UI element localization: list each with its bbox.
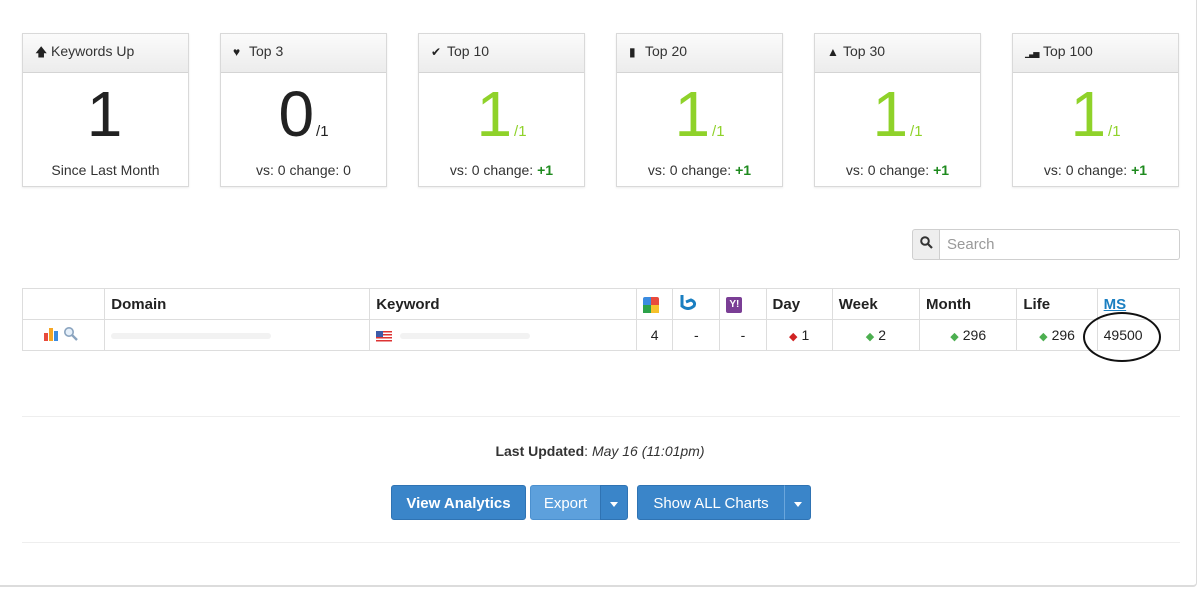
col-keyword[interactable]: Keyword [369, 288, 638, 320]
keyword-table: Domain Keyword Y! Day Week Month Life MS [21, 288, 1181, 351]
row-week-change: ◆ 2 [831, 319, 921, 351]
arrow-up-icon: ◆ [950, 331, 959, 343]
heart-icon: ♥ [233, 45, 241, 59]
row-life-change: ◆ 296 [1016, 319, 1098, 351]
show-all-charts-button[interactable]: Show ALL Charts [637, 485, 785, 520]
row-month-change: ◆ 296 [919, 319, 1018, 351]
row-domain[interactable] [104, 319, 371, 351]
caret-down-icon [610, 501, 618, 507]
stat-value: 1 [86, 78, 123, 150]
col-domain[interactable]: Domain [104, 288, 371, 320]
row-actions [21, 319, 106, 351]
stat-footer: vs: 0 change: +1 [449, 162, 554, 178]
bing-icon[interactable] [672, 288, 721, 320]
stat-value: 1/1 [872, 78, 923, 150]
divider [22, 542, 1180, 543]
table-header-row: Domain Keyword Y! Day Week Month Life MS [21, 288, 1181, 320]
col-week[interactable]: Week [831, 288, 921, 320]
stat-footer: Since Last Month [51, 162, 160, 178]
stat-label: Top 3 [249, 43, 284, 59]
road-icon: ▲ [827, 45, 839, 59]
arrow-down-icon: ◆ [789, 331, 798, 343]
stat-label: Top 100 [1043, 43, 1093, 59]
stat-value: 0/1 [278, 78, 329, 150]
divider [22, 416, 1180, 417]
col-actions [21, 288, 106, 320]
signal-icon: ▁▃▅ [1025, 49, 1039, 58]
us-flag-icon [376, 330, 393, 342]
stat-footer: vs: 0 change: 0 [256, 162, 351, 178]
yahoo-icon[interactable]: Y! [719, 288, 767, 320]
stat-keywords-up: 🡅 Keywords Up 1 Since Last Month [22, 33, 189, 187]
row-yahoo-rank: - [719, 319, 767, 351]
magnifier-icon[interactable] [63, 326, 78, 344]
arrow-up-icon: ◆ [1039, 331, 1048, 343]
stat-label: Keywords Up [51, 43, 135, 59]
last-updated: Last Updated: May 16 (11:01pm) [495, 443, 705, 459]
stat-top-3: ♥ Top 3 0/1 vs: 0 change: 0 [220, 33, 387, 187]
google-icon[interactable] [636, 288, 674, 320]
stat-value: 1/1 [476, 78, 527, 150]
col-ms[interactable]: MS [1096, 288, 1181, 320]
row-keyword[interactable] [369, 319, 638, 351]
stat-top-100: ▁▃▅ Top 100 1/1 vs: 0 change: +1 [1012, 33, 1179, 187]
view-analytics-button[interactable]: View Analytics [391, 485, 526, 520]
stat-top-10: ✔ Top 10 1/1 vs: 0 change: +1 [418, 33, 585, 187]
bar-chart-icon[interactable] [43, 326, 61, 344]
check-icon: ✔ [431, 45, 442, 59]
caret-down-icon [793, 501, 802, 507]
stat-footer: vs: 0 change: +1 [845, 162, 950, 178]
stat-top-20: ▮ Top 20 1/1 vs: 0 change: +1 [616, 33, 783, 187]
col-life[interactable]: Life [1016, 288, 1098, 320]
export-button[interactable]: Export [530, 485, 601, 520]
row-day-change: ◆ 1 [765, 319, 833, 351]
search-input[interactable] [940, 229, 1180, 260]
col-month[interactable]: Month [919, 288, 1018, 320]
arrow-up-icon: 🡅 [35, 45, 48, 59]
row-google-rank: 4 [636, 319, 674, 351]
export-dropdown-button[interactable] [600, 485, 628, 520]
bookmark-icon: ▮ [629, 45, 636, 59]
stat-value: 1/1 [1070, 78, 1121, 150]
table-row: 4 - - ◆ 1 ◆ 2 ◆ 296 ◆ 296 49500 [21, 319, 1181, 351]
stat-label: Top 10 [447, 43, 490, 59]
row-ms-value: 49500 [1096, 319, 1181, 351]
stat-label: Top 30 [843, 43, 886, 59]
row-bing-rank: - [672, 319, 721, 351]
stat-footer: vs: 0 change: +1 [647, 162, 752, 178]
stat-value: 1/1 [674, 78, 725, 150]
charts-dropdown-button[interactable] [784, 485, 811, 520]
stat-footer: vs: 0 change: +1 [1043, 162, 1148, 178]
search-icon[interactable] [912, 229, 940, 260]
arrow-up-icon: ◆ [865, 331, 875, 343]
stat-top-30: ▲ Top 30 1/1 vs: 0 change: +1 [814, 33, 981, 187]
stat-label: Top 20 [645, 43, 688, 59]
col-day[interactable]: Day [765, 288, 833, 320]
